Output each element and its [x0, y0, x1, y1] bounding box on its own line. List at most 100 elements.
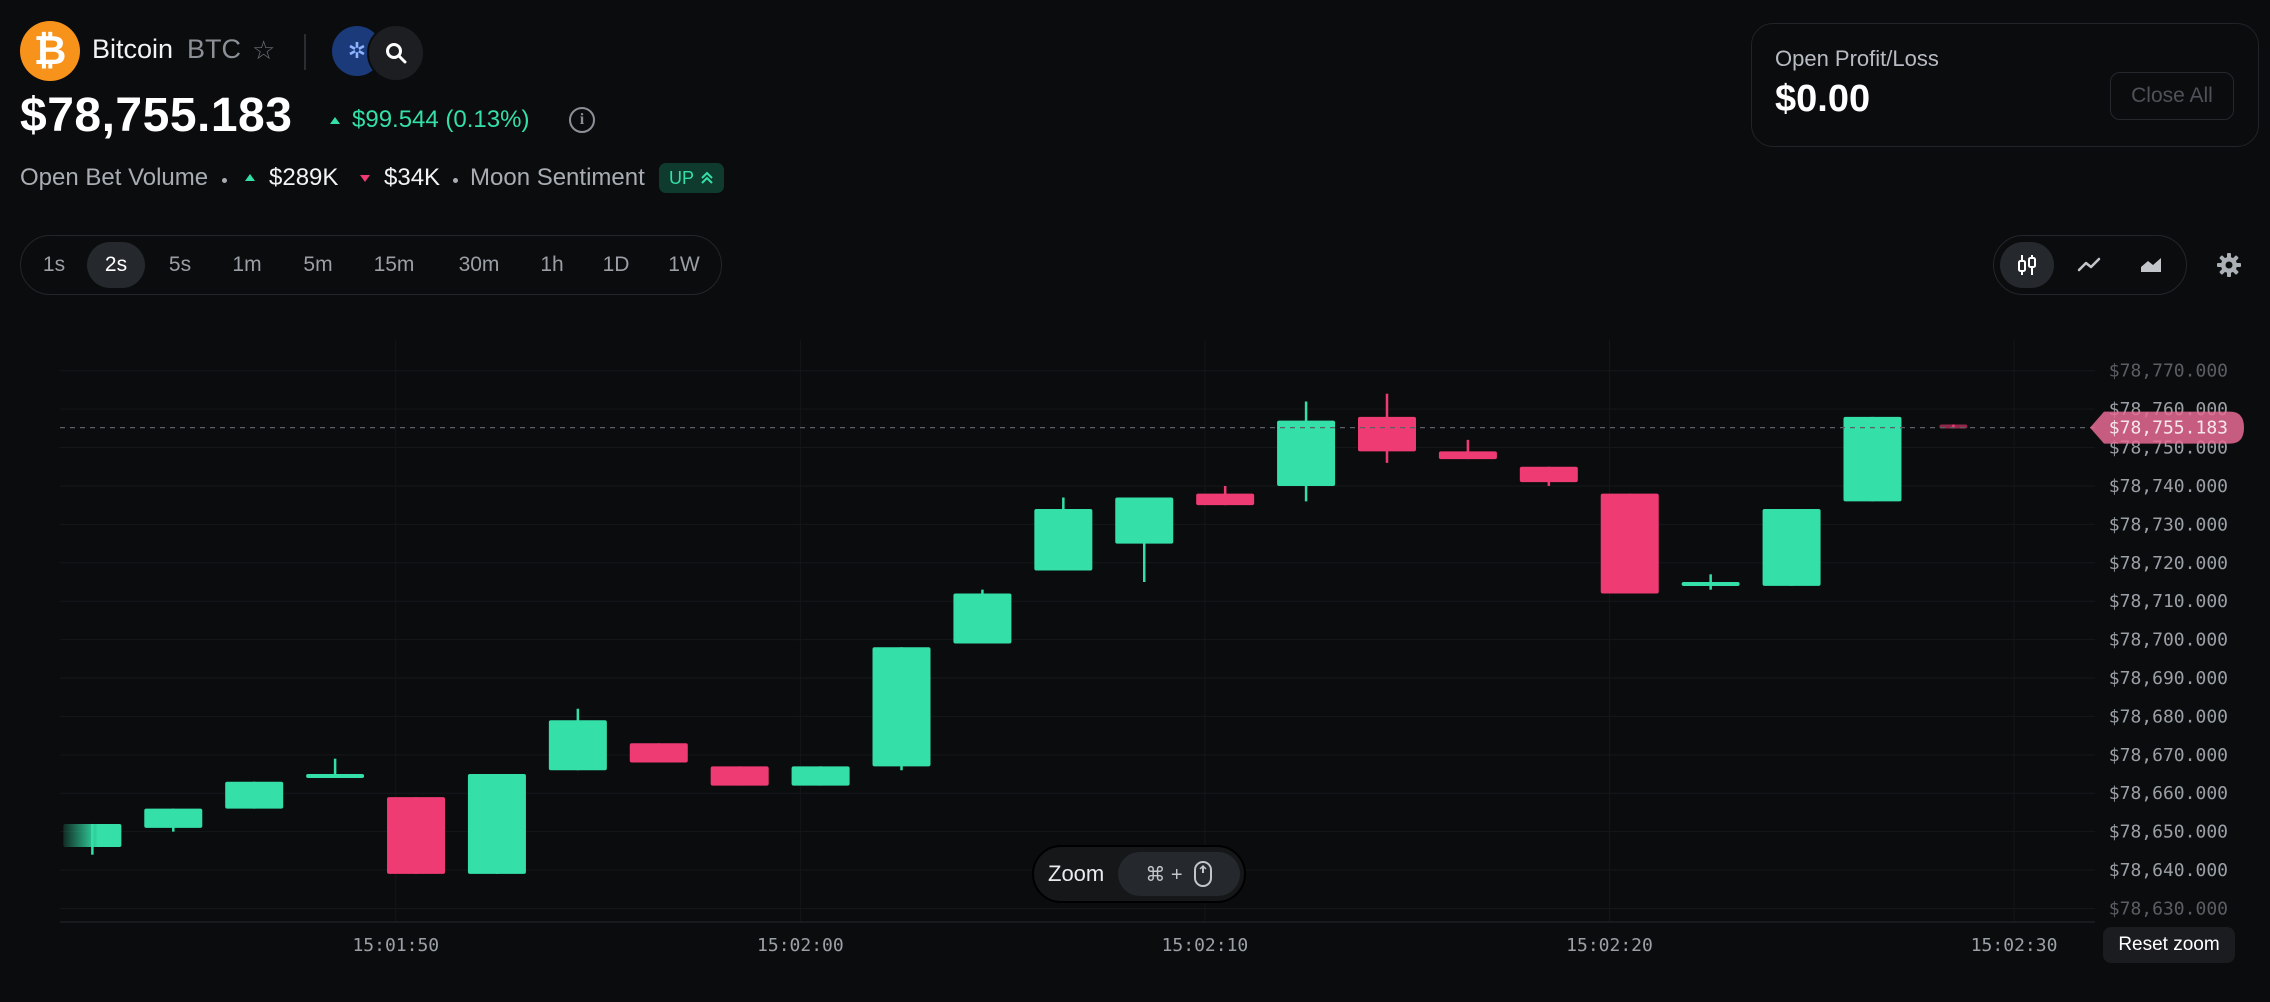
candle-body [548, 720, 607, 771]
candle-body [872, 647, 931, 767]
sentiment-badge-label: UP [669, 167, 695, 188]
coin-name: Bitcoin [92, 34, 174, 64]
candle [1357, 393, 1416, 463]
separator-dot [453, 178, 458, 183]
tf-15m[interactable]: 15m [364, 242, 424, 288]
favorite-star-icon[interactable]: ☆ [252, 37, 278, 63]
candle [144, 808, 203, 832]
candle-body [63, 823, 122, 848]
zoom-keys-label: ⌘ + [1145, 863, 1183, 886]
candle-body [306, 774, 365, 779]
line-chart-button[interactable] [2062, 242, 2116, 288]
volume-down-arrow-icon [360, 175, 370, 182]
y-tick-label: $78,630.000 [2109, 898, 2228, 919]
bitcoin-logo-icon: ₿ [20, 21, 80, 81]
y-tick-label: $78,700.000 [2109, 630, 2228, 651]
open-pnl-value: $0.00 [1775, 78, 1871, 120]
candle [1762, 509, 1821, 586]
x-tick-label: 15:02:30 [1971, 935, 2058, 956]
x-tick-label: 15:02:00 [757, 935, 844, 956]
candle [306, 758, 365, 779]
tf-5s[interactable]: 5s [155, 242, 205, 288]
tf-2s[interactable]: 2s [87, 242, 145, 288]
area-chart-button[interactable] [2124, 242, 2178, 288]
change-up-arrow-icon [330, 117, 340, 124]
candle-body [953, 593, 1012, 644]
candle-body [791, 766, 850, 786]
candle-body [1762, 509, 1821, 586]
info-icon[interactable]: i [569, 107, 595, 133]
volume-down-value: $34K [384, 164, 441, 191]
candle [1438, 439, 1497, 460]
candle-body [1277, 420, 1336, 486]
tf-5m[interactable]: 5m [292, 242, 344, 288]
x-tick-label: 15:01:50 [352, 935, 439, 956]
close-all-button[interactable]: Close All [2110, 72, 2234, 120]
tf-1d[interactable]: 1D [592, 242, 640, 288]
candlestick-icon [2018, 255, 2036, 275]
y-tick-label: $78,660.000 [2109, 783, 2228, 804]
volume-up-arrow-icon [245, 174, 255, 181]
coin-symbol: BTC [187, 34, 241, 64]
current-price-label: $78,755.183 [2109, 418, 2228, 439]
candle-body [629, 743, 688, 763]
gear-icon [2217, 253, 2241, 277]
candle-body [1600, 493, 1659, 594]
tf-30m[interactable]: 30m [446, 242, 512, 288]
candle [225, 781, 284, 809]
moon-sentiment-label: Moon Sentiment [470, 164, 645, 191]
header-divider [304, 34, 306, 70]
candle-body [1196, 493, 1255, 506]
candle [1519, 466, 1578, 486]
tf-1s[interactable]: 1s [32, 242, 76, 288]
tf-1w[interactable]: 1W [658, 242, 710, 288]
candle [467, 774, 526, 874]
candle [1115, 497, 1174, 582]
candlestick-chart-button[interactable] [2000, 242, 2054, 288]
chart-settings-button[interactable] [2214, 250, 2244, 280]
candle [629, 743, 688, 763]
y-tick-label: $78,710.000 [2109, 591, 2228, 612]
candle-body [710, 766, 769, 786]
line-chart-icon [2077, 257, 2101, 272]
candle-body [1438, 451, 1497, 460]
open-pnl-label: Open Profit/Loss [1775, 46, 1939, 71]
search-button[interactable] [367, 24, 425, 82]
price-change: $99.544 (0.13%) [352, 106, 530, 133]
x-tick-label: 15:02:20 [1566, 935, 1653, 956]
candle-body [144, 808, 203, 828]
candle [387, 797, 446, 874]
candle [1843, 416, 1902, 502]
mouse-scroll-icon [1193, 861, 1212, 887]
reset-zoom-button[interactable]: Reset zoom [2103, 927, 2235, 963]
candle-body [467, 774, 526, 874]
tf-1m[interactable]: 1m [222, 242, 272, 288]
candle [791, 766, 850, 786]
candle [63, 823, 122, 855]
candle [1034, 497, 1093, 571]
search-icon [386, 43, 407, 64]
candle-body [1681, 581, 1740, 586]
x-tick-label: 15:02:10 [1162, 935, 1249, 956]
area-chart-icon [2141, 258, 2161, 272]
zoom-label: Zoom [1048, 861, 1105, 886]
separator-dot [222, 178, 227, 183]
sentiment-badge: UP [659, 163, 725, 193]
tf-1h[interactable]: 1h [531, 242, 573, 288]
candle-body [1357, 416, 1416, 452]
y-tick-label: $78,640.000 [2109, 860, 2228, 881]
candle [1681, 574, 1740, 590]
volume-up-value: $289K [269, 164, 339, 191]
candle [1600, 493, 1659, 594]
y-tick-label: $78,690.000 [2109, 668, 2228, 689]
double-chevron-up-icon [701, 171, 713, 184]
y-tick-label: $78,650.000 [2109, 822, 2228, 843]
candle-body [1843, 416, 1902, 502]
candle-body [1519, 466, 1578, 483]
y-tick-label: $78,740.000 [2109, 476, 2228, 497]
candle-body [225, 781, 284, 809]
y-tick-label: $78,730.000 [2109, 514, 2228, 535]
y-tick-label: $78,670.000 [2109, 745, 2228, 766]
candle-body [1034, 509, 1093, 571]
y-tick-label: $78,770.000 [2109, 361, 2228, 382]
